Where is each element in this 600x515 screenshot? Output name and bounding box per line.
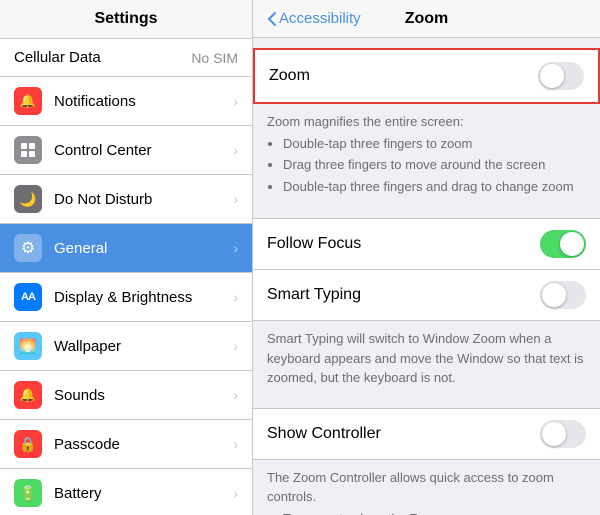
- chevron-icon: ›: [233, 338, 238, 354]
- smart-typing-toggle[interactable]: [540, 281, 586, 309]
- sidebar-item-label: Sounds: [54, 387, 233, 404]
- chevron-icon: ›: [233, 289, 238, 305]
- notifications-icon: 🔔: [14, 87, 42, 115]
- passcode-icon: 🔒: [14, 430, 42, 458]
- toggle-knob: [540, 64, 564, 88]
- sidebar-item-label: Battery: [54, 485, 233, 502]
- smart-typing-label: Smart Typing: [267, 286, 361, 304]
- wallpaper-icon: 🌅: [14, 332, 42, 360]
- cellular-data-row[interactable]: Cellular Data No SIM: [0, 39, 252, 77]
- do-not-disturb-icon: 🌙: [14, 185, 42, 213]
- sidebar-item-label: General: [54, 240, 233, 257]
- sidebar-item-label: Display & Brightness: [54, 289, 233, 306]
- display-brightness-icon: AA: [14, 283, 42, 311]
- sidebar-item-display-brightness[interactable]: AA Display & Brightness ›: [0, 273, 252, 322]
- sidebar-item-notifications[interactable]: 🔔 Notifications ›: [0, 77, 252, 126]
- zoom-toggle-row[interactable]: Zoom: [253, 48, 600, 104]
- sidebar-item-sounds[interactable]: 🔔 Sounds ›: [0, 371, 252, 420]
- sidebar-title: Settings: [94, 10, 157, 27]
- zoom-description-heading: Zoom magnifies the entire screen:: [267, 114, 464, 129]
- sidebar-item-battery[interactable]: 🔋 Battery ›: [0, 469, 252, 515]
- sidebar-item-control-center[interactable]: Control Center ›: [0, 126, 252, 175]
- back-button[interactable]: Accessibility: [267, 10, 361, 27]
- toggle-knob: [542, 422, 566, 446]
- chevron-icon: ›: [233, 436, 238, 452]
- zoom-settings-group: Follow Focus Smart Typing: [253, 218, 600, 321]
- controller-description-heading: The Zoom Controller allows quick access …: [267, 468, 586, 507]
- smart-typing-description: Smart Typing will switch to Window Zoom …: [253, 321, 600, 398]
- right-content: Zoom Zoom magnifies the entire screen: D…: [253, 38, 600, 515]
- toggle-knob: [560, 232, 584, 256]
- sidebar-header: Settings: [0, 0, 252, 39]
- sidebar-item-wallpaper[interactable]: 🌅 Wallpaper ›: [0, 322, 252, 371]
- back-label: Accessibility: [279, 10, 361, 27]
- page-title: Zoom: [405, 10, 449, 28]
- sidebar-item-passcode[interactable]: 🔒 Passcode ›: [0, 420, 252, 469]
- zoom-toggle[interactable]: [538, 62, 584, 90]
- sidebar-item-label: Passcode: [54, 436, 233, 453]
- show-controller-group: Show Controller: [253, 408, 600, 460]
- chevron-icon: ›: [233, 93, 238, 109]
- chevron-icon: ›: [233, 485, 238, 501]
- sidebar-item-label: Control Center: [54, 142, 233, 159]
- zoom-description: Zoom magnifies the entire screen: Double…: [253, 104, 600, 208]
- show-controller-label: Show Controller: [267, 425, 381, 443]
- show-controller-toggle[interactable]: [540, 420, 586, 448]
- sounds-icon: 🔔: [14, 381, 42, 409]
- sidebar-item-do-not-disturb[interactable]: 🌙 Do Not Disturb ›: [0, 175, 252, 224]
- right-header: Accessibility Zoom: [253, 0, 600, 38]
- battery-icon: 🔋: [14, 479, 42, 507]
- smart-typing-row[interactable]: Smart Typing: [253, 270, 600, 320]
- right-panel: Accessibility Zoom Zoom Zoom magnifies t…: [253, 0, 600, 515]
- follow-focus-row[interactable]: Follow Focus: [253, 219, 600, 270]
- sidebar-item-general[interactable]: ⚙ General ›: [0, 224, 252, 273]
- controller-bullet-1: Tap once to show the Zoom menu.: [283, 509, 586, 515]
- controller-description: The Zoom Controller allows quick access …: [253, 460, 600, 515]
- chevron-icon: ›: [233, 142, 238, 158]
- sidebar: Settings Cellular Data No SIM 🔔 Notifica…: [0, 0, 253, 515]
- toggle-knob: [542, 283, 566, 307]
- cellular-label: Cellular Data: [14, 49, 101, 66]
- sidebar-item-label: Notifications: [54, 93, 233, 110]
- zoom-bullet-2: Drag three fingers to move around the sc…: [283, 155, 586, 175]
- chevron-icon: ›: [233, 240, 238, 256]
- back-chevron-icon: [267, 11, 277, 27]
- smart-typing-description-text: Smart Typing will switch to Window Zoom …: [267, 331, 584, 385]
- sidebar-item-label: Wallpaper: [54, 338, 233, 355]
- zoom-label: Zoom: [269, 67, 310, 85]
- follow-focus-toggle[interactable]: [540, 230, 586, 258]
- zoom-bullet-3: Double-tap three fingers and drag to cha…: [283, 177, 586, 197]
- general-icon: ⚙: [14, 234, 42, 262]
- zoom-bullet-1: Double-tap three fingers to zoom: [283, 134, 586, 154]
- cellular-value: No SIM: [191, 50, 238, 66]
- chevron-icon: ›: [233, 191, 238, 207]
- chevron-icon: ›: [233, 387, 238, 403]
- sidebar-item-label: Do Not Disturb: [54, 191, 233, 208]
- follow-focus-label: Follow Focus: [267, 235, 361, 253]
- control-center-icon: [14, 136, 42, 164]
- show-controller-row[interactable]: Show Controller: [253, 409, 600, 459]
